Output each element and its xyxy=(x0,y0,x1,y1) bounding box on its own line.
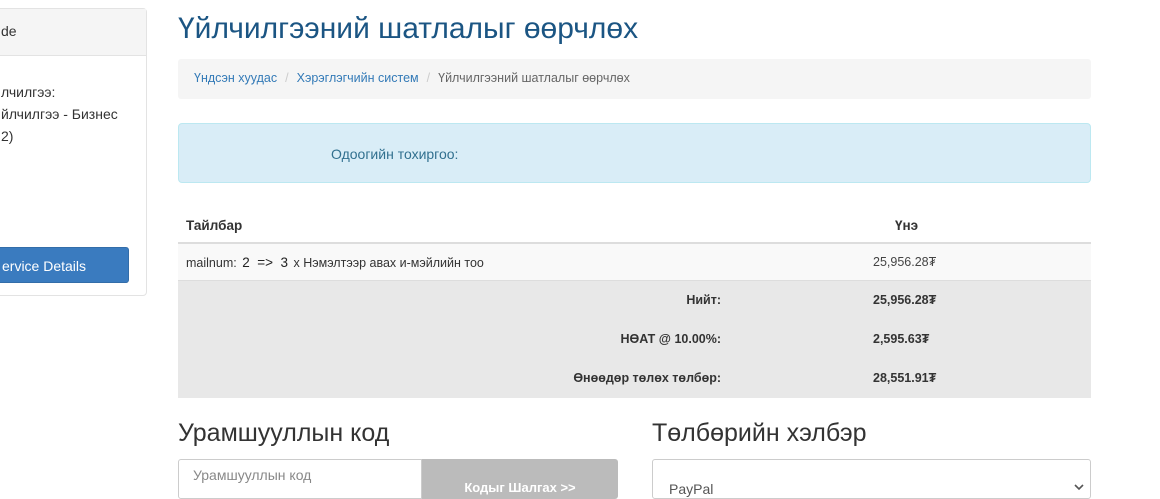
sidebar-line: йлчилгээ - Бизнес xyxy=(1,106,118,122)
validate-code-button[interactable]: Кодыг Шалгах >> xyxy=(422,459,618,499)
payment-method-title: Төлбөрийн хэлбэр xyxy=(652,419,867,447)
chevron-down-icon xyxy=(1074,478,1084,496)
breadcrumb-current: Үйлчилгээний шатлалыг өөрчлөх xyxy=(438,71,630,85)
row-option-description: x Нэмэлтээр авах и-мэйлийн тоо xyxy=(293,256,484,270)
upgrade-summary-table: Тайлбар Үнэ mailnum: 2 => 3 x Нэмэлтээр … xyxy=(178,206,1091,398)
current-config-alert: Одоогийн тохиргоо: xyxy=(178,123,1091,183)
header-price: Үнэ xyxy=(895,218,919,233)
tax-value: 2,595.63₮ xyxy=(873,332,930,346)
tax-label: НӨАТ @ 10.00%: xyxy=(620,332,721,346)
breadcrumb: Үндсэн хуудас / Хэрэглэгчийн систем / Үйлчил… xyxy=(178,59,1091,99)
current-config-label: Одоогийн тохиргоо: xyxy=(331,146,459,162)
sidebar-header-label: de xyxy=(1,23,17,39)
sidebar-line: 2) xyxy=(1,128,14,144)
sidebar-panel: de лчилгээ: йлчилгээ - Бизнес 2) ervice … xyxy=(0,8,147,296)
row-description: mailnum: 2 => 3 x Нэмэлтээр авах и-мэйли… xyxy=(186,255,484,270)
breadcrumb-separator: / xyxy=(285,71,289,85)
payment-method-select[interactable]: PayPal xyxy=(652,459,1091,499)
service-details-button[interactable]: ervice Details xyxy=(0,247,129,283)
breadcrumb-client-area-link[interactable]: Хэрэглэгчийн систем xyxy=(297,71,419,85)
breadcrumb-home-link[interactable]: Үндсэн хуудас xyxy=(194,71,277,85)
table-row: mailnum: 2 => 3 x Нэмэлтээр авах и-мэйли… xyxy=(178,244,1091,281)
table-header: Тайлбар Үнэ xyxy=(178,206,1091,244)
sidebar-service-info: лчилгээ: йлчилгээ - Бизнес 2) xyxy=(1,81,118,147)
sidebar-header: de xyxy=(0,9,146,56)
sidebar-line: лчилгээ: xyxy=(1,84,56,100)
payment-method-value: PayPal xyxy=(669,481,714,497)
subtotal-value: 25,956.28₮ xyxy=(873,293,937,307)
promo-code-input[interactable] xyxy=(178,459,422,499)
tax-row: НӨАТ @ 10.00%: 2,595.63₮ xyxy=(178,320,1091,359)
row-option-key: mailnum: xyxy=(186,256,237,270)
page-title: Үйлчилгээний шатлалыг өөрчлөх xyxy=(178,12,639,45)
promo-code-title: Урамшууллын код xyxy=(178,419,390,447)
row-new-value: 3 xyxy=(280,255,288,270)
total-due-value: 28,551.91₮ xyxy=(873,371,937,385)
header-description: Тайлбар xyxy=(186,218,243,233)
subtotal-row: Нийт: 25,956.28₮ xyxy=(178,281,1091,320)
subtotal-label: Нийт: xyxy=(686,293,721,307)
total-due-row: Өнөөдөр төлөх төлбөр: 28,551.91₮ xyxy=(178,359,1091,398)
service-details-label: ervice Details xyxy=(2,258,87,274)
total-due-label: Өнөөдөр төлөх төлбөр: xyxy=(573,371,721,385)
row-price: 25,956.28₮ xyxy=(873,255,937,269)
row-arrow: => xyxy=(257,255,273,270)
breadcrumb-separator: / xyxy=(426,71,431,85)
row-old-value: 2 xyxy=(242,255,250,270)
